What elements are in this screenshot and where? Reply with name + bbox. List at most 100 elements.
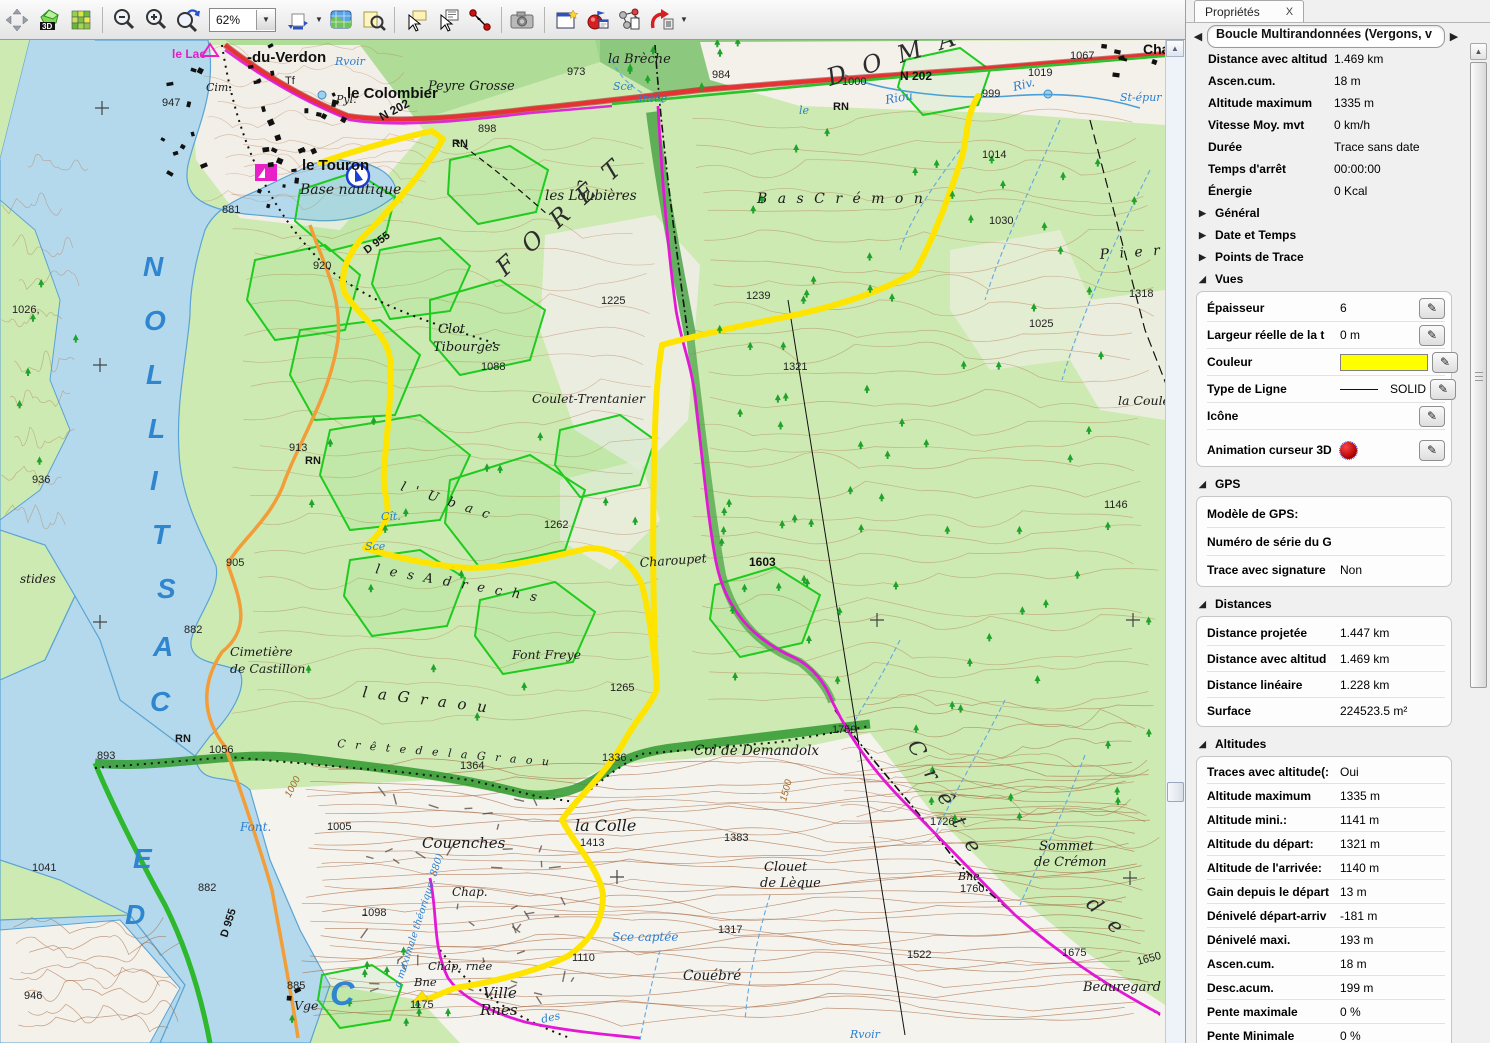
map-label: 1088 bbox=[481, 361, 505, 373]
edit-pencil-button[interactable]: ✎ bbox=[1432, 352, 1458, 373]
triangle-expanded-icon[interactable]: ◢ bbox=[1199, 599, 1208, 610]
triangle-expanded-icon[interactable]: ◢ bbox=[1199, 739, 1208, 750]
next-track-button[interactable]: ▶ bbox=[1448, 30, 1460, 43]
mosaic-icon[interactable] bbox=[66, 4, 96, 36]
section-header-points-de-trace[interactable]: ▶ Points de Trace bbox=[1186, 246, 1464, 268]
section-header-gps[interactable]: ◢GPS bbox=[1186, 473, 1464, 495]
summary-value: Trace sans date bbox=[1334, 140, 1420, 154]
chevron-right-icon[interactable]: ▶ bbox=[1199, 252, 1208, 263]
map-label: Cimetière bbox=[230, 644, 293, 659]
edit-pencil-button[interactable]: ✎ bbox=[1419, 325, 1445, 346]
property-row: Traces avec altitude(:Oui bbox=[1207, 760, 1445, 784]
transfer-dropdown-icon[interactable]: ▼ bbox=[314, 4, 324, 36]
edit-vector-icon[interactable] bbox=[465, 4, 495, 36]
view-3d-icon[interactable]: 3D bbox=[34, 4, 64, 36]
map-label: B a s C r é m o n bbox=[756, 191, 926, 207]
property-label: Gain depuis le départ bbox=[1207, 885, 1340, 899]
property-label: Pente maximale bbox=[1207, 1005, 1340, 1019]
edit-pencil-button[interactable]: ✎ bbox=[1419, 298, 1445, 319]
zoom-level-value: 62% bbox=[210, 13, 256, 27]
zoom-reset-icon[interactable] bbox=[173, 4, 203, 36]
map-label: 1175 bbox=[410, 999, 434, 1011]
open-map-icon[interactable] bbox=[326, 4, 356, 36]
panel-scroll-thumb[interactable] bbox=[1470, 62, 1487, 688]
track-selector[interactable]: Boucle Multirandonnées (Vergons, v bbox=[1207, 25, 1445, 48]
map-label: 1318 bbox=[1129, 288, 1153, 300]
section-box-vues: Épaisseur6✎Largeur réelle de la t0 m✎Cou… bbox=[1196, 291, 1452, 467]
summary-row: Vitesse Moy. mvt0 km/h bbox=[1186, 114, 1464, 136]
tab-label: Propriétés bbox=[1205, 5, 1260, 19]
summary-row: Énergie0 Kcal bbox=[1186, 180, 1464, 202]
section-header-vues[interactable]: ◢Vues bbox=[1186, 268, 1464, 290]
section-header-distances[interactable]: ◢Distances bbox=[1186, 593, 1464, 615]
section-header-altitudes[interactable]: ◢Altitudes bbox=[1186, 733, 1464, 755]
map-label: la Coulette bbox=[1118, 393, 1165, 408]
new-window-icon[interactable] bbox=[551, 4, 581, 36]
edit-pencil-button[interactable]: ✎ bbox=[1430, 379, 1456, 400]
property-row: Épaisseur6✎ bbox=[1207, 295, 1445, 322]
map-label: Sommet bbox=[1039, 839, 1094, 854]
zoom-level-dropdown-icon[interactable]: ▼ bbox=[256, 10, 275, 30]
map-label: 1265 bbox=[610, 682, 634, 694]
summary-value: 0 Kcal bbox=[1334, 184, 1367, 198]
section-header-date-et-temps[interactable]: ▶Date et Temps bbox=[1186, 224, 1464, 246]
map-scrollbar[interactable]: ▲ bbox=[1165, 40, 1185, 1043]
new-waypoint-icon[interactable] bbox=[583, 4, 613, 36]
undo-route-icon[interactable] bbox=[647, 4, 677, 36]
property-value: 13 m bbox=[1340, 885, 1445, 899]
tab-proprietes[interactable]: Propriétés X bbox=[1194, 0, 1304, 22]
property-value: 199 m bbox=[1340, 981, 1445, 995]
triangle-expanded-icon[interactable]: ◢ bbox=[1199, 479, 1208, 490]
close-tab-button[interactable]: X bbox=[1286, 6, 1293, 18]
map-label: 905 bbox=[226, 557, 244, 569]
map-label: Rvoir bbox=[334, 55, 366, 68]
property-label: Distance projetée bbox=[1207, 626, 1340, 640]
map-label: Beauregard bbox=[1082, 980, 1161, 995]
join-tracks-icon[interactable] bbox=[615, 4, 645, 36]
map-label: Coulet-Trentanier bbox=[532, 391, 646, 406]
property-label: Altitude mini.: bbox=[1207, 813, 1340, 827]
section-title: Points de Trace bbox=[1215, 250, 1304, 264]
summary-value: 00:00:00 bbox=[1334, 162, 1381, 176]
cursor-3d-ball-icon[interactable] bbox=[1340, 442, 1357, 459]
triangle-expanded-icon[interactable]: ◢ bbox=[1199, 274, 1208, 285]
object-info-icon[interactable] bbox=[433, 4, 463, 36]
section-header-g-n-ral[interactable]: ▶Général bbox=[1186, 202, 1464, 224]
map-label: 999 bbox=[982, 88, 1000, 100]
undo-route-dropdown-icon[interactable]: ▼ bbox=[679, 4, 689, 36]
map-label: le Colombier bbox=[347, 85, 438, 102]
map-scroll-up-icon[interactable]: ▲ bbox=[1166, 40, 1184, 57]
map-label: N 202 bbox=[900, 69, 932, 83]
property-value: 18 m bbox=[1340, 957, 1445, 971]
color-swatch[interactable] bbox=[1340, 354, 1428, 371]
chevron-right-icon[interactable]: ▶ bbox=[1199, 230, 1208, 241]
lake-name-letter: C bbox=[150, 686, 171, 717]
transfer-pages-icon[interactable] bbox=[282, 4, 312, 36]
zoom-level-select[interactable]: 62% ▼ bbox=[209, 8, 276, 32]
map-label: Bne bbox=[957, 870, 980, 883]
map-label: 882 bbox=[198, 882, 216, 894]
select-object-icon[interactable] bbox=[401, 4, 431, 36]
edit-pencil-button[interactable]: ✎ bbox=[1419, 440, 1445, 461]
map-label: 936 bbox=[32, 474, 50, 486]
topo-map[interactable]: le Lac-du-Verdonle Colombierle TouronCha… bbox=[0, 40, 1165, 1043]
map-scroll-thumb[interactable] bbox=[1167, 782, 1184, 802]
property-row: Animation curseur 3D✎ bbox=[1207, 437, 1445, 463]
edit-pencil-button[interactable]: ✎ bbox=[1419, 406, 1445, 427]
map-viewport[interactable]: le Lac-du-Verdonle Colombierle TouronCha… bbox=[0, 40, 1165, 1043]
property-row: Distance avec altitud1.469 km bbox=[1207, 646, 1445, 672]
zoom-in-icon[interactable] bbox=[141, 4, 171, 36]
property-value: 224523.5 m² bbox=[1340, 704, 1445, 718]
chevron-right-icon[interactable]: ▶ bbox=[1199, 208, 1208, 219]
prev-track-button[interactable]: ◀ bbox=[1192, 30, 1204, 43]
pan-icon[interactable] bbox=[2, 4, 32, 36]
panel-scrollbar[interactable]: ▲ bbox=[1470, 43, 1487, 1043]
map-label: 1056 bbox=[209, 744, 233, 756]
map-label: Couenches bbox=[422, 834, 506, 852]
map-label: 1760 bbox=[960, 883, 984, 895]
track-selector-value: Boucle Multirandonnées (Vergons, v bbox=[1216, 27, 1432, 41]
zoom-out-icon[interactable] bbox=[109, 4, 139, 36]
screenshot-icon[interactable] bbox=[508, 4, 538, 36]
zoom-note-icon[interactable] bbox=[358, 4, 388, 36]
panel-scroll-up-icon[interactable]: ▲ bbox=[1470, 43, 1487, 60]
